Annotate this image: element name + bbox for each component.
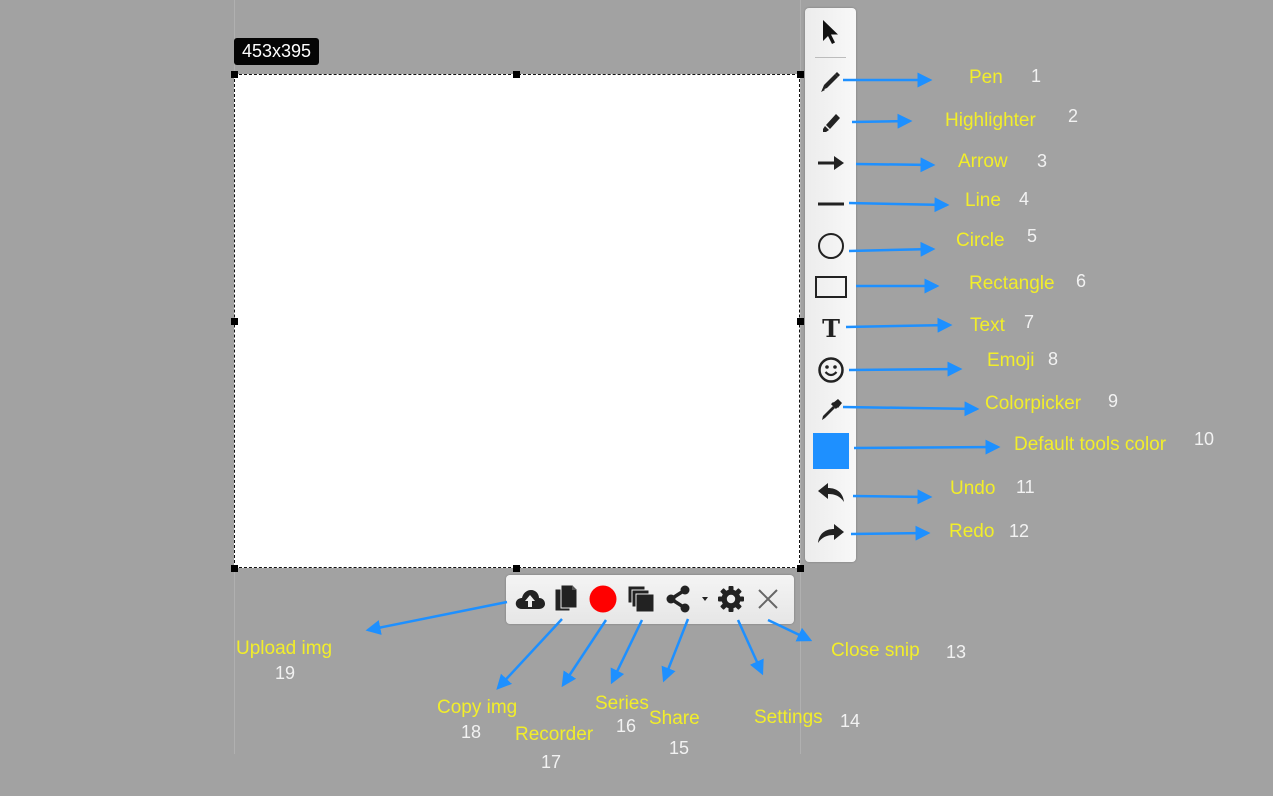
annotation-label-settings: Settings xyxy=(754,707,823,728)
annotation-arrow-copy xyxy=(496,618,563,690)
annotation-label-arrow: Arrow xyxy=(958,151,1008,172)
annotation-arrow-upload xyxy=(365,600,508,635)
annotation-arrow-highlighter xyxy=(851,113,913,129)
annotation-label-recorder: Recorder xyxy=(515,724,594,745)
annotation-number-highlighter: 2 xyxy=(1068,106,1079,126)
annotation-label-close: Close snip xyxy=(831,640,920,661)
annotation-number-line: 4 xyxy=(1019,189,1030,209)
annotation-arrow-line xyxy=(848,197,950,213)
annotation-number-arrow: 3 xyxy=(1037,151,1048,171)
annotation-number-recorder: 17 xyxy=(541,752,562,772)
annotation-number-default-color: 10 xyxy=(1194,429,1215,449)
annotation-number-upload: 19 xyxy=(275,663,296,683)
annotation-arrow-share xyxy=(661,618,690,683)
annotation-arrow-series xyxy=(610,619,644,685)
annotation-label-rectangle: Rectangle xyxy=(969,273,1055,294)
annotation-label-default-color: Default tools color xyxy=(1014,434,1167,455)
annotation-number-circle: 5 xyxy=(1027,226,1038,246)
annotation-arrow-emoji xyxy=(848,361,963,377)
annotation-number-close: 13 xyxy=(946,642,967,662)
annotation-arrow-text xyxy=(845,317,953,333)
annotation-arrow-close xyxy=(767,618,813,642)
annotation-label-pen: Pen xyxy=(969,67,1003,88)
annotation-arrow-recorder xyxy=(561,619,608,688)
annotation-number-colorpicker: 9 xyxy=(1108,391,1119,411)
annotation-label-emoji: Emoji xyxy=(987,350,1035,371)
annotation-arrows-layer xyxy=(365,72,1001,690)
annotation-number-series: 16 xyxy=(616,716,637,736)
annotation-arrow-undo xyxy=(852,489,933,505)
annotation-label-series: Series xyxy=(595,693,649,714)
annotation-label-text: Text xyxy=(970,315,1005,336)
annotation-arrow-circle xyxy=(848,241,936,257)
annotation-label-highlighter: Highlighter xyxy=(945,110,1036,131)
annotation-number-rectangle: 6 xyxy=(1076,271,1087,291)
annotation-number-text: 7 xyxy=(1024,312,1035,332)
annotation-number-copy: 18 xyxy=(461,722,482,742)
annotation-label-undo: Undo xyxy=(950,478,996,499)
annotation-number-undo: 11 xyxy=(1016,477,1035,497)
annotation-arrow-settings xyxy=(736,619,764,676)
annotation-number-settings: 14 xyxy=(840,711,861,731)
annotation-label-copy: Copy img xyxy=(437,697,518,718)
annotation-label-colorpicker: Colorpicker xyxy=(985,393,1082,414)
annotation-label-circle: Circle xyxy=(956,230,1005,251)
annotation-arrow-colorpicker xyxy=(842,401,980,417)
annotation-number-redo: 12 xyxy=(1009,521,1030,541)
annotation-label-redo: Redo xyxy=(949,521,995,542)
annotation-arrow-arrow xyxy=(855,157,936,173)
annotation-arrow-redo xyxy=(850,525,931,541)
annotation-arrow-default-color xyxy=(853,439,1001,455)
annotation-label-line: Line xyxy=(965,190,1001,211)
annotation-number-emoji: 8 xyxy=(1048,349,1059,369)
annotation-label-upload: Upload img xyxy=(236,638,333,659)
annotation-number-pen: 1 xyxy=(1031,66,1042,86)
annotation-number-share: 15 xyxy=(669,738,690,758)
annotation-label-share: Share xyxy=(649,708,700,729)
